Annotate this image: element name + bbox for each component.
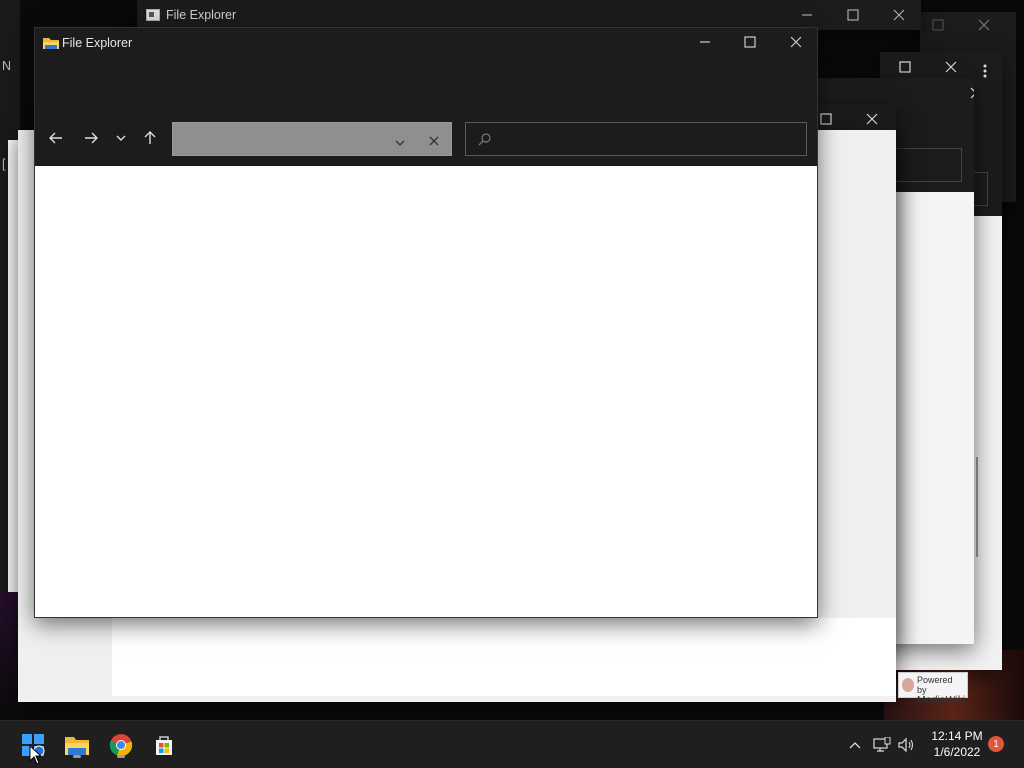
back-arrow-icon[interactable]	[44, 126, 68, 150]
minimize-icon[interactable]	[793, 4, 821, 26]
notification-badge[interactable]: 1	[988, 736, 1004, 752]
background-content-inner	[112, 618, 896, 696]
show-hidden-icons-chevron-icon[interactable]	[845, 735, 865, 755]
running-indicator	[73, 755, 81, 758]
background-file-explorer[interactable]: File Explorer	[137, 0, 921, 30]
close-icon[interactable]	[970, 14, 998, 36]
search-box[interactable]	[465, 122, 807, 156]
search-input[interactable]	[496, 129, 796, 149]
network-icon[interactable]	[872, 735, 892, 755]
close-icon[interactable]	[885, 4, 913, 26]
file-explorer-icon	[146, 9, 160, 21]
minimize-icon[interactable]	[691, 31, 719, 53]
mouse-cursor-icon	[29, 744, 43, 765]
taskbar-chrome[interactable]	[105, 729, 137, 761]
recent-locations-chevron-icon[interactable]	[109, 126, 133, 150]
edge-glyph-2: [	[2, 157, 6, 171]
maximize-icon[interactable]	[736, 31, 764, 53]
close-icon[interactable]	[782, 31, 810, 53]
taskbar-file-explorer[interactable]	[61, 729, 93, 761]
edge-glyph-1: N	[2, 59, 12, 73]
maximize-icon[interactable]	[839, 4, 867, 26]
running-indicator	[117, 755, 125, 758]
volume-icon[interactable]	[896, 735, 916, 755]
close-icon[interactable]	[962, 82, 974, 104]
badge-line-1: Powered by	[917, 675, 953, 695]
search-icon	[478, 132, 492, 146]
mediawiki-logo-icon	[902, 678, 914, 692]
window-title: File Explorer	[166, 8, 237, 22]
clock-time: 12:14 PM	[931, 729, 983, 743]
maximize-icon[interactable]	[891, 56, 919, 78]
address-dropdown-icon[interactable]	[395, 134, 407, 146]
badge-line-2: MediaWiki	[917, 694, 966, 706]
window-title: File Explorer	[62, 36, 133, 50]
close-icon[interactable]	[858, 108, 886, 130]
folder-icon	[42, 36, 60, 50]
clock-date: 1/6/2022	[933, 745, 981, 759]
maximize-icon[interactable]	[924, 14, 952, 36]
forward-arrow-icon[interactable]	[79, 126, 103, 150]
main-file-explorer-window[interactable]: File Explorer	[34, 27, 818, 618]
scrollbar-thumb[interactable]	[976, 457, 978, 557]
address-bar[interactable]	[172, 122, 452, 156]
file-list-area[interactable]	[35, 166, 817, 617]
mediawiki-badge[interactable]: Powered by MediaWiki	[898, 672, 968, 705]
more-options-icon[interactable]	[971, 60, 999, 82]
up-arrow-icon[interactable]	[138, 126, 162, 150]
system-clock[interactable]: 12:14 PM 1/6/2022	[925, 728, 989, 760]
background-window-edge[interactable]: N [	[0, 0, 20, 592]
clear-address-icon[interactable]	[429, 133, 441, 146]
taskbar-store[interactable]	[148, 729, 180, 761]
close-icon[interactable]	[937, 56, 965, 78]
taskbar	[0, 720, 1024, 768]
